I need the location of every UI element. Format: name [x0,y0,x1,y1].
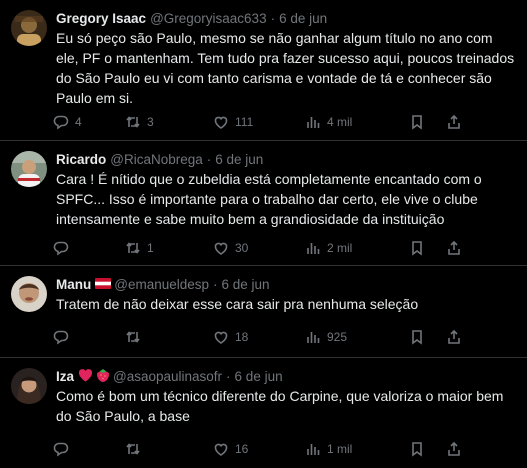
share-button[interactable] [446,329,462,345]
share-icon [448,329,460,344]
tweet-ricardo[interactable]: Ricardo @RicaNobrega · 6 de jun Cara ! É… [0,141,527,266]
reply-button[interactable] [53,240,75,256]
bookmark-icon [412,442,422,457]
like-count: 30 [235,241,249,255]
tweet-date[interactable]: 6 de jun [235,369,283,384]
bookmark-icon [412,115,422,130]
tweet-text: Cara ! É nítido que o zubeldia está comp… [56,171,482,227]
strawberry-badge-icon [96,368,110,386]
flag-icon [95,277,112,292]
avatar-image [11,10,47,46]
views-icon [307,332,320,343]
retweet-button[interactable]: 1 [125,240,154,256]
views-icon [307,444,320,455]
avatar[interactable] [11,151,47,187]
heart-icon [214,443,228,456]
share-icon [448,114,460,129]
views-count: 4 mil [327,115,353,129]
views-icon [307,117,320,128]
views-count: 2 mil [327,241,353,255]
author-handle[interactable]: @emanueldesp [114,277,209,292]
author-name[interactable]: Gregory Isaac [56,11,146,26]
views-button[interactable]: 4 mil [305,114,352,130]
author-name[interactable]: Manu [56,277,91,292]
share-icon [448,240,460,255]
reply-icon [53,330,69,345]
reply-icon [53,241,69,256]
tweet-date[interactable]: 6 de jun [279,11,327,26]
author-name[interactable]: Ricardo [56,152,106,167]
views-icon [307,243,320,254]
bookmark-button[interactable] [409,114,425,130]
tweet-gregory[interactable]: Gregory Isaac @Gregoryisaac633 · 6 de ju… [0,0,527,141]
tweet-manu[interactable]: Manu @emanueldesp · 6 de jun Tratem de n… [0,266,527,358]
reply-button[interactable]: 4 [53,114,82,130]
like-button[interactable]: 111 [213,114,253,130]
views-button[interactable]: 1 mil [305,441,352,457]
tweet-iza[interactable]: Iza @asaopaulinasofr · 6 de jun Como é b… [0,358,527,468]
author-handle[interactable]: @RicaNobrega [110,152,203,167]
avatar-image [11,368,47,404]
views-button[interactable]: 925 [305,329,347,345]
share-button[interactable] [446,240,462,256]
views-count: 925 [327,330,348,344]
separator: · [226,369,231,384]
share-button[interactable] [446,441,462,457]
reply-button[interactable] [53,441,75,457]
retweet-count: 3 [147,115,154,129]
heart-icon [214,331,228,344]
reply-button[interactable] [53,329,75,345]
separator: · [270,11,276,26]
retweet-button[interactable] [125,441,147,457]
like-button[interactable]: 18 [213,329,248,345]
views-button[interactable]: 2 mil [305,240,352,256]
tweet-date[interactable]: 6 de jun [222,277,270,292]
like-button[interactable]: 16 [213,441,248,457]
bookmark-button[interactable] [409,329,425,345]
avatar-image [11,276,47,312]
heart-icon [214,116,228,129]
tweet-text: Eu só peço são Paulo, mesmo se não ganha… [56,30,515,106]
views-count: 1 mil [327,442,353,456]
author-handle[interactable]: @asaopaulinasofr [113,369,222,384]
bookmark-button[interactable] [409,441,425,457]
retweet-icon [126,331,140,343]
author-name[interactable]: Iza [56,369,74,384]
avatar-image [11,151,47,187]
bookmark-icon [412,330,422,345]
reply-count: 4 [75,115,82,129]
retweet-button[interactable] [125,329,147,345]
bookmark-icon [412,241,422,256]
reply-icon [53,442,69,457]
reply-icon [53,115,69,130]
heart-badge-icon [78,368,93,385]
author-handle[interactable]: @Gregoryisaac633 [150,11,267,26]
avatar[interactable] [11,10,47,46]
tweet-text: Como é bom um técnico diferente do Carpi… [56,388,504,424]
like-count: 111 [235,115,254,129]
retweet-count: 1 [147,241,154,255]
retweet-icon [126,242,140,254]
retweet-icon [126,443,140,455]
avatar[interactable] [11,368,47,404]
bookmark-button[interactable] [409,240,425,256]
tweet-text: Tratem de não deixar esse cara sair pra … [56,296,419,312]
like-count: 16 [235,442,249,456]
like-button[interactable]: 30 [213,240,248,256]
tweet-date[interactable]: 6 de jun [215,152,263,167]
separator: · [206,152,212,167]
separator: · [213,277,218,292]
like-count: 18 [235,330,249,344]
retweet-button[interactable]: 3 [125,114,154,130]
share-icon [448,441,460,456]
avatar[interactable] [11,276,47,312]
heart-icon [214,242,228,255]
retweet-icon [126,116,140,128]
share-button[interactable] [446,114,462,130]
